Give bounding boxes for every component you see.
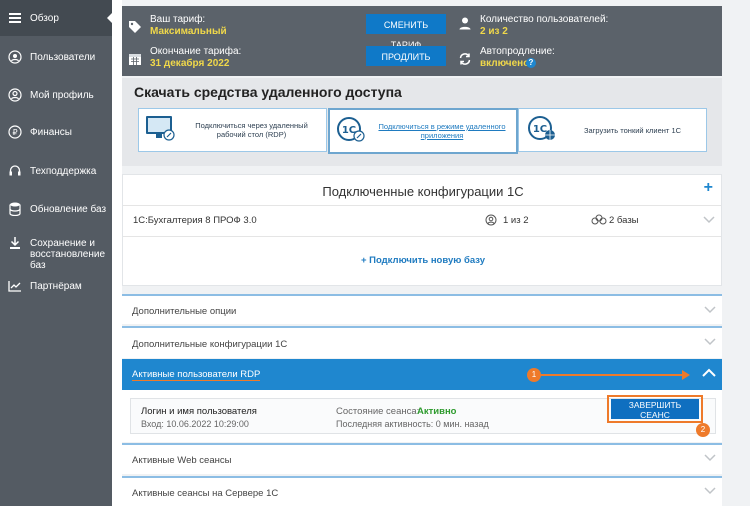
section-title: Активные Web сеансы [132, 455, 232, 466]
annotation-badge-2: 2 [696, 423, 710, 437]
content-gutter [112, 0, 122, 506]
users-icon [8, 50, 22, 64]
active-web-section[interactable]: Активные Web сеансы [122, 443, 722, 474]
active-rdp-section[interactable]: Активные пользователи RDP 1 [122, 359, 722, 390]
chevron-down-icon[interactable] [704, 336, 716, 348]
menu-icon [8, 11, 22, 25]
ruble-icon: ₽ [8, 125, 22, 139]
remote-app-card[interactable]: 1С Подключиться в режиме удаленного прил… [328, 108, 518, 154]
active-server-section[interactable]: Активные сеансы на Сервере 1С [122, 476, 722, 506]
session-login-time: Вход: 10.06.2022 10:29:00 [141, 419, 249, 429]
tag-icon [128, 20, 142, 39]
sidebar-item-support[interactable]: Техподдержка [0, 164, 112, 178]
session-state-value: Активно [417, 406, 457, 417]
sidebar-item-db-update[interactable]: Обновление баз [0, 202, 112, 216]
sidebar-item-label: Техподдержка [30, 166, 97, 177]
end-session-button[interactable]: ЗАВЕРШИТЬ СЕАНС [611, 399, 699, 420]
tariff-bar: Ваш тариф: Максимальный Окончание тарифа… [122, 6, 722, 76]
session-row: Логин и имя пользователя Вход: 10.06.202… [130, 395, 716, 437]
onec-app-icon: 1С [336, 116, 366, 147]
sidebar-item-backup[interactable]: Сохранение и восстановление баз [0, 236, 112, 271]
rdp-session-panel: Логин и имя пользователя Вход: 10.06.202… [122, 390, 722, 442]
svg-text:₽: ₽ [12, 128, 17, 137]
section-title: Дополнительные конфигурации 1С [132, 339, 288, 350]
add-config-icon[interactable]: + [704, 179, 713, 197]
user-icon [458, 16, 472, 35]
end-session-highlight: ЗАВЕРШИТЬ СЕАНС [607, 395, 703, 423]
sidebar-item-profile[interactable]: Мой профиль [0, 88, 112, 102]
sidebar-item-label: Финансы [30, 127, 72, 138]
change-tariff-button[interactable]: СМЕНИТЬ ТАРИФ [366, 14, 446, 50]
connect-base-link[interactable]: + Подключить новую базу [123, 255, 723, 266]
config-name: 1С:Бухгалтерия 8 ПРОФ 3.0 [133, 215, 257, 226]
extend-button[interactable]: ПРОДЛИТЬ [366, 46, 446, 66]
bases-icon [591, 213, 607, 231]
additional-options-section[interactable]: Дополнительные опции [122, 294, 722, 324]
sidebar-item-label: Партнёрам [30, 281, 82, 292]
plan-label: Ваш тариф: [150, 14, 206, 25]
help-icon[interactable]: ? [526, 58, 536, 68]
user-count-icon [485, 213, 497, 231]
annotation-arrow-line [536, 374, 686, 376]
thin-client-label: Загрузить тонкий клиент 1С [583, 125, 682, 135]
sidebar-item-finance[interactable]: ₽ Финансы [0, 125, 112, 139]
session-state-label: Состояние сеанса: [336, 406, 420, 417]
refresh-icon [458, 52, 472, 71]
onec-globe-icon: 1С [527, 115, 557, 146]
sidebar-item-label: Обзор [30, 13, 59, 24]
thin-client-card[interactable]: 1С Загрузить тонкий клиент 1С [518, 108, 707, 152]
end-value: 31 декабря 2022 [150, 58, 230, 69]
remote-app-label: Подключиться в режиме удаленного приложе… [378, 122, 506, 140]
plan-value: Максимальный [150, 26, 227, 37]
config-row[interactable]: 1С:Бухгалтерия 8 ПРОФ 3.0 1 из 2 2 базы [123, 205, 721, 237]
sidebar-item-label: Пользователи [30, 52, 96, 63]
sidebar-item-label: Обновление баз [30, 204, 107, 215]
annotation-badge-1: 1 [527, 368, 541, 382]
profile-icon [8, 88, 22, 102]
sidebar-item-partners[interactable]: Партнёрам [0, 279, 112, 293]
chevron-down-icon[interactable] [703, 214, 715, 226]
calendar-icon [128, 52, 142, 71]
sidebar: Обзор Пользователи Мой профиль ₽ Финансы… [0, 0, 113, 506]
chevron-down-icon[interactable] [704, 304, 716, 316]
rdp-card-label: Подключиться через удаленный рабочий сто… [195, 121, 308, 139]
session-last-activity: Последняя активность: 0 мин. назад [336, 419, 489, 429]
sidebar-item-label: Сохранение и восстановление баз [30, 238, 106, 271]
remote-access-title: Скачать средства удаленного доступа [134, 84, 402, 100]
section-title: Активные сеансы на Сервере 1С [132, 488, 279, 499]
chart-icon [8, 279, 22, 293]
sidebar-item-label: Мой профиль [30, 90, 94, 101]
end-label: Окончание тарифа: [150, 46, 242, 57]
download-icon [8, 236, 22, 250]
remote-access-panel: Скачать средства удаленного доступа Подк… [122, 78, 722, 166]
svg-text:1С: 1С [533, 124, 547, 135]
config-bases: 2 базы [609, 215, 639, 226]
configs-panel: Подключенные конфигурации 1С + 1С:Бухгал… [122, 174, 722, 286]
monitor-icon [145, 115, 175, 146]
session-user: Логин и имя пользователя [141, 406, 257, 417]
sidebar-item-overview[interactable]: Обзор [0, 0, 112, 36]
headset-icon [8, 164, 22, 178]
users-count-value: 2 из 2 [480, 26, 508, 37]
autorenew-value: включено [480, 58, 530, 69]
chevron-up-icon[interactable] [702, 367, 716, 379]
chevron-down-icon[interactable] [704, 452, 716, 464]
section-title: Активные пользователи RDP [132, 369, 261, 381]
chevron-down-icon[interactable] [704, 485, 716, 497]
section-title: Дополнительные опции [132, 306, 237, 317]
configs-title: Подключенные конфигурации 1С [322, 184, 524, 199]
sidebar-item-users[interactable]: Пользователи [0, 50, 112, 64]
rdp-card[interactable]: Подключиться через удаленный рабочий сто… [138, 108, 327, 152]
config-users: 1 из 2 [503, 215, 529, 226]
users-count-label: Количество пользователей: [480, 14, 609, 25]
additional-configs-section[interactable]: Дополнительные конфигурации 1С [122, 326, 722, 358]
autorenew-label: Автопродление: [480, 46, 555, 57]
database-icon [8, 202, 22, 216]
annotation-arrow-head [682, 370, 690, 380]
